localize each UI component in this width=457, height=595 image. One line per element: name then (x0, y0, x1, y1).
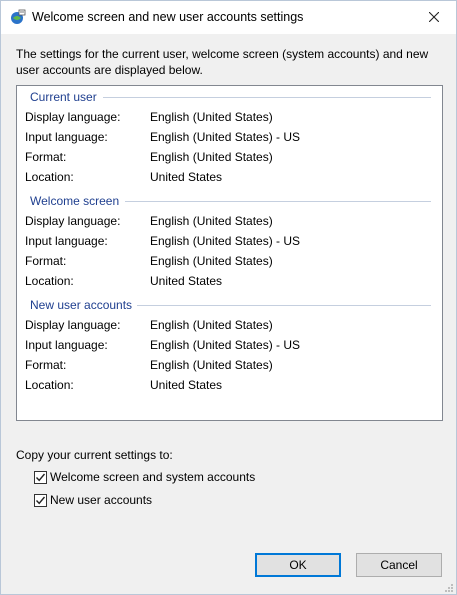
row-value: English (United States) - US (150, 338, 301, 352)
row-label: Display language: (25, 318, 121, 332)
checkbox-welcome-screen[interactable]: Welcome screen and system accounts (34, 470, 255, 484)
row-value: United States (150, 274, 223, 288)
region-settings-icon (10, 9, 26, 25)
checkmark-icon (35, 496, 46, 504)
settings-dialog: Welcome screen and new user accounts set… (0, 0, 457, 595)
section-divider (137, 305, 431, 306)
settings-summary-panel: Current user Display language: English (… (16, 85, 443, 421)
row-label: Format: (25, 358, 67, 372)
title-bar[interactable]: Welcome screen and new user accounts set… (1, 1, 456, 34)
row-value: English (United States) - US (150, 130, 301, 144)
section-divider (103, 97, 431, 98)
row-label: Format: (25, 150, 67, 164)
row-label: Format: (25, 254, 67, 268)
row-label: Location: (25, 170, 74, 184)
resize-grip-icon[interactable] (444, 582, 454, 592)
cancel-button[interactable]: Cancel (356, 553, 442, 577)
row-label: Display language: (25, 214, 121, 228)
section-heading-current-user: Current user (30, 90, 97, 104)
checkbox[interactable] (34, 493, 47, 507)
section-heading-welcome-screen: Welcome screen (30, 194, 120, 208)
ok-button[interactable]: OK (255, 553, 341, 577)
intro-text: The settings for the current user, welco… (16, 47, 429, 77)
row-label: Input language: (25, 130, 108, 144)
checkmark-icon (35, 473, 46, 481)
row-label: Input language: (25, 234, 108, 248)
copy-settings-label: Copy your current settings to: (16, 448, 173, 462)
row-value: English (United States) - US (150, 234, 301, 248)
row-value: English (United States) (150, 254, 273, 268)
row-label: Input language: (25, 338, 108, 352)
checkbox-new-user-accounts[interactable]: New user accounts (34, 493, 152, 507)
window-title: Welcome screen and new user accounts set… (32, 10, 304, 24)
row-value: English (United States) (150, 214, 273, 228)
row-label: Location: (25, 274, 74, 288)
row-label: Display language: (25, 110, 121, 124)
row-label: Location: (25, 378, 74, 392)
section-divider (125, 201, 431, 202)
row-value: United States (150, 170, 223, 184)
row-value: United States (150, 378, 223, 392)
checkbox[interactable] (34, 470, 47, 484)
checkbox-label[interactable]: New user accounts (50, 493, 152, 507)
close-icon (428, 11, 439, 25)
checkbox-label[interactable]: Welcome screen and system accounts (50, 470, 255, 484)
row-value: English (United States) (150, 110, 273, 124)
close-button[interactable] (411, 1, 456, 34)
row-value: English (United States) (150, 358, 273, 372)
section-heading-new-user-accounts: New user accounts (30, 298, 133, 312)
row-value: English (United States) (150, 150, 273, 164)
row-value: English (United States) (150, 318, 273, 332)
